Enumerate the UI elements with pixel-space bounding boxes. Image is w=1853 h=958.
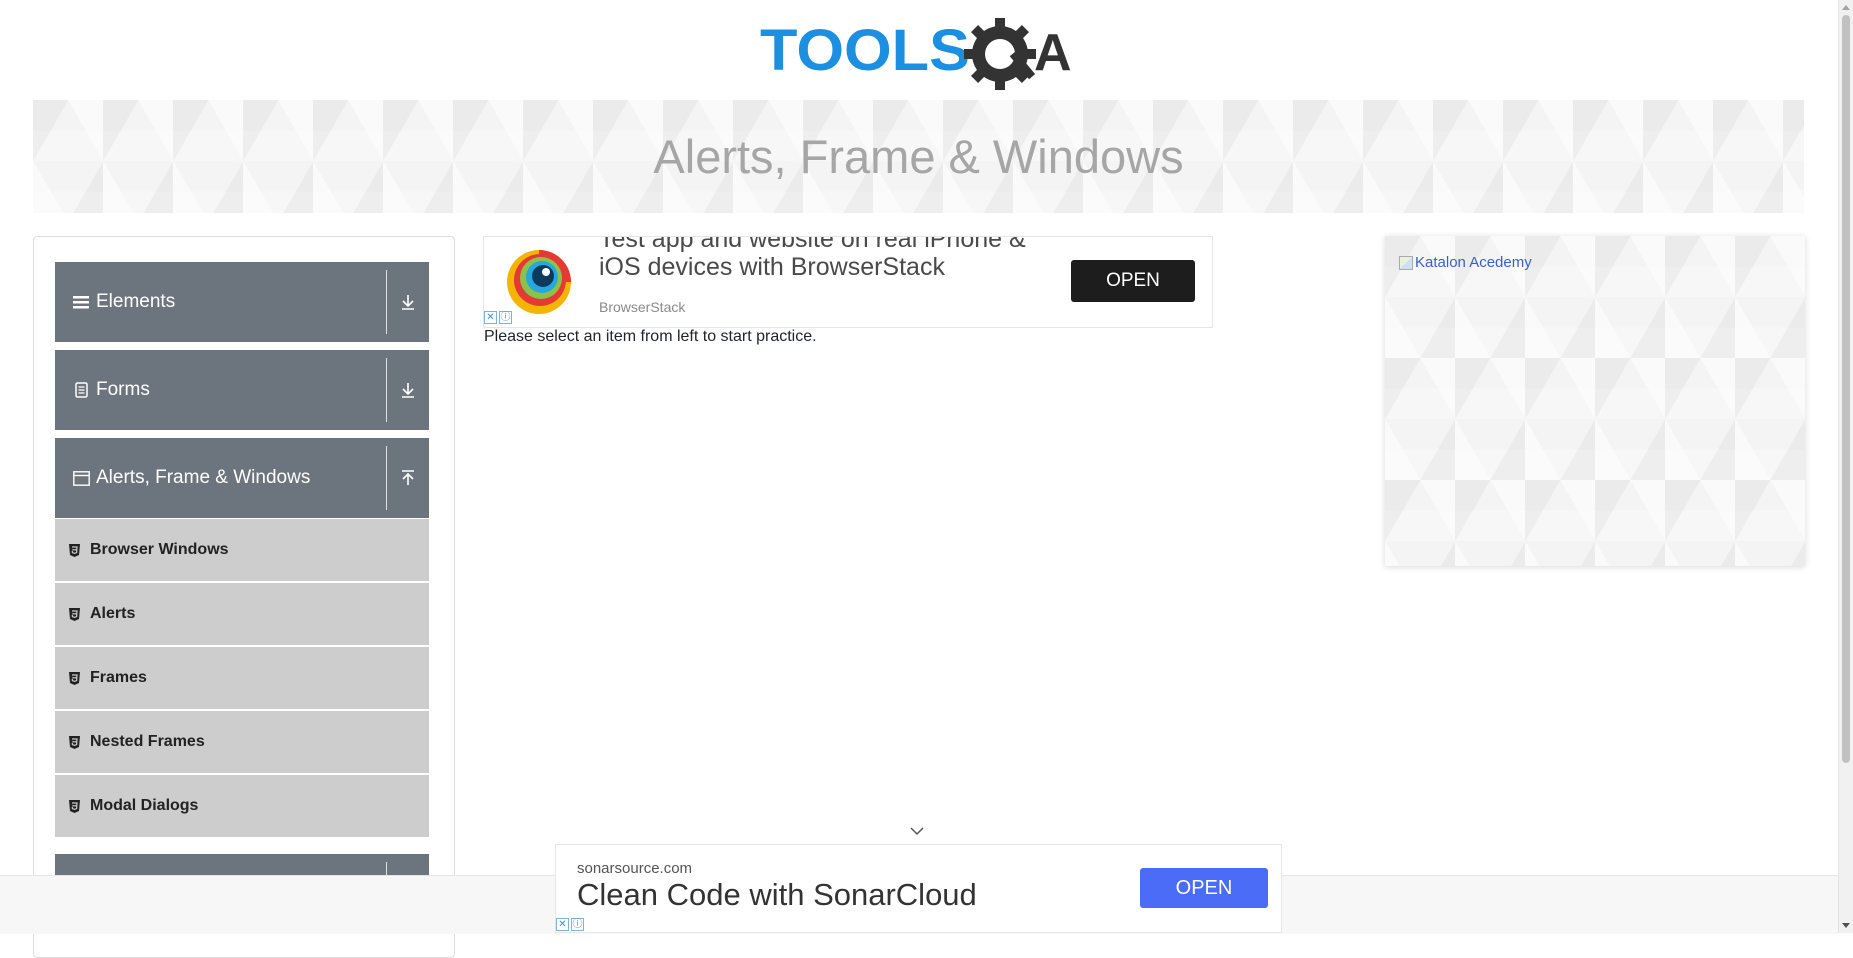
ad-headline: Clean Code with SonarCloud	[577, 877, 977, 912]
group-label: Elements	[96, 291, 176, 312]
ad-open-button[interactable]: OPEN	[1071, 260, 1195, 302]
left-sidebar: Elements Forms Alerts, Frame & Windows B…	[33, 236, 455, 958]
scroll-up-arrow-icon[interactable]	[1842, 5, 1850, 10]
html5-icon	[69, 607, 85, 621]
html5-icon	[69, 543, 85, 557]
page-banner: Alerts, Frame & Windows	[33, 100, 1804, 213]
scroll-down-arrow-icon[interactable]	[1842, 923, 1850, 928]
menu-item-alerts[interactable]: Alerts	[55, 583, 429, 647]
upload-arrow-icon	[387, 470, 429, 486]
ad-browserstack[interactable]: Test app and website on real iPhone & iO…	[483, 236, 1213, 328]
ad-open-button[interactable]: OPEN	[1140, 868, 1268, 908]
group-alerts-frame-windows[interactable]: Alerts, Frame & Windows	[55, 438, 429, 518]
ad-source: BrowserStack	[599, 299, 686, 315]
menu-item-label: Frames	[90, 669, 147, 686]
group-elements[interactable]: Elements	[55, 262, 429, 342]
chevron-down-icon[interactable]	[908, 824, 926, 838]
menu-item-label: Alerts	[90, 605, 136, 622]
close-icon[interactable]: ✕	[556, 918, 569, 931]
menu-item-label: Nested Frames	[90, 733, 205, 750]
ad-domain: sonarsource.com	[577, 860, 693, 877]
group-label: Alerts, Frame & Windows	[96, 467, 311, 488]
menu-item-nested-frames[interactable]: Nested Frames	[55, 711, 429, 775]
ad-headline-line1: Test app and website on real iPhone &	[599, 236, 1026, 253]
document-icon	[71, 382, 91, 398]
info-icon[interactable]: ⓘ	[571, 918, 584, 931]
html5-icon	[69, 735, 85, 749]
group-forms[interactable]: Forms	[55, 350, 429, 430]
browserstack-logo	[507, 250, 571, 314]
ad-image-alt-link[interactable]: Katalon Acedemy	[1415, 254, 1532, 271]
logo-qa-text: A	[1034, 24, 1072, 82]
download-arrow-icon	[387, 382, 429, 398]
ad-sonarcloud[interactable]: sonarsource.com Clean Code with SonarClo…	[555, 844, 1282, 933]
menu-item-browser-windows[interactable]: Browser Windows	[55, 519, 429, 583]
adchoices[interactable]: ✕ ⓘ	[484, 311, 512, 324]
logo-tools-text: TOOLS	[760, 18, 970, 83]
page-title: Alerts, Frame & Windows	[653, 130, 1184, 183]
menu-item-label: Modal Dialogs	[90, 797, 199, 814]
html5-icon	[69, 671, 85, 685]
menu-item-frames[interactable]: Frames	[55, 647, 429, 711]
download-arrow-icon	[387, 294, 429, 310]
adchoices[interactable]: ✕ ⓘ	[556, 918, 584, 931]
group-label: Forms	[96, 379, 150, 400]
scroll-thumb[interactable]	[1842, 15, 1850, 763]
info-icon[interactable]: ⓘ	[499, 311, 512, 324]
gear-icon	[964, 18, 1036, 90]
toolsqa-logo[interactable]: TOOLS A	[760, 14, 1084, 90]
broken-image-icon	[1399, 255, 1413, 270]
instruction-text: Please select an item from left to start…	[484, 328, 817, 345]
ad-headline-line2: iOS devices with BrowserStack	[599, 253, 945, 281]
menu-item-label: Browser Windows	[90, 541, 229, 558]
html5-icon	[69, 799, 85, 813]
window-icon	[71, 470, 91, 486]
close-icon[interactable]: ✕	[484, 311, 497, 324]
broken-image-link[interactable]: Katalon Acedemy	[1399, 254, 1532, 271]
menu-list: Browser Windows Alerts Frames Nested Fra…	[55, 519, 429, 839]
vertical-scrollbar[interactable]	[1838, 0, 1853, 933]
hamburger-icon	[71, 294, 91, 310]
right-ad-panel: Katalon Acedemy	[1385, 236, 1805, 566]
menu-item-modal-dialogs[interactable]: Modal Dialogs	[55, 775, 429, 839]
